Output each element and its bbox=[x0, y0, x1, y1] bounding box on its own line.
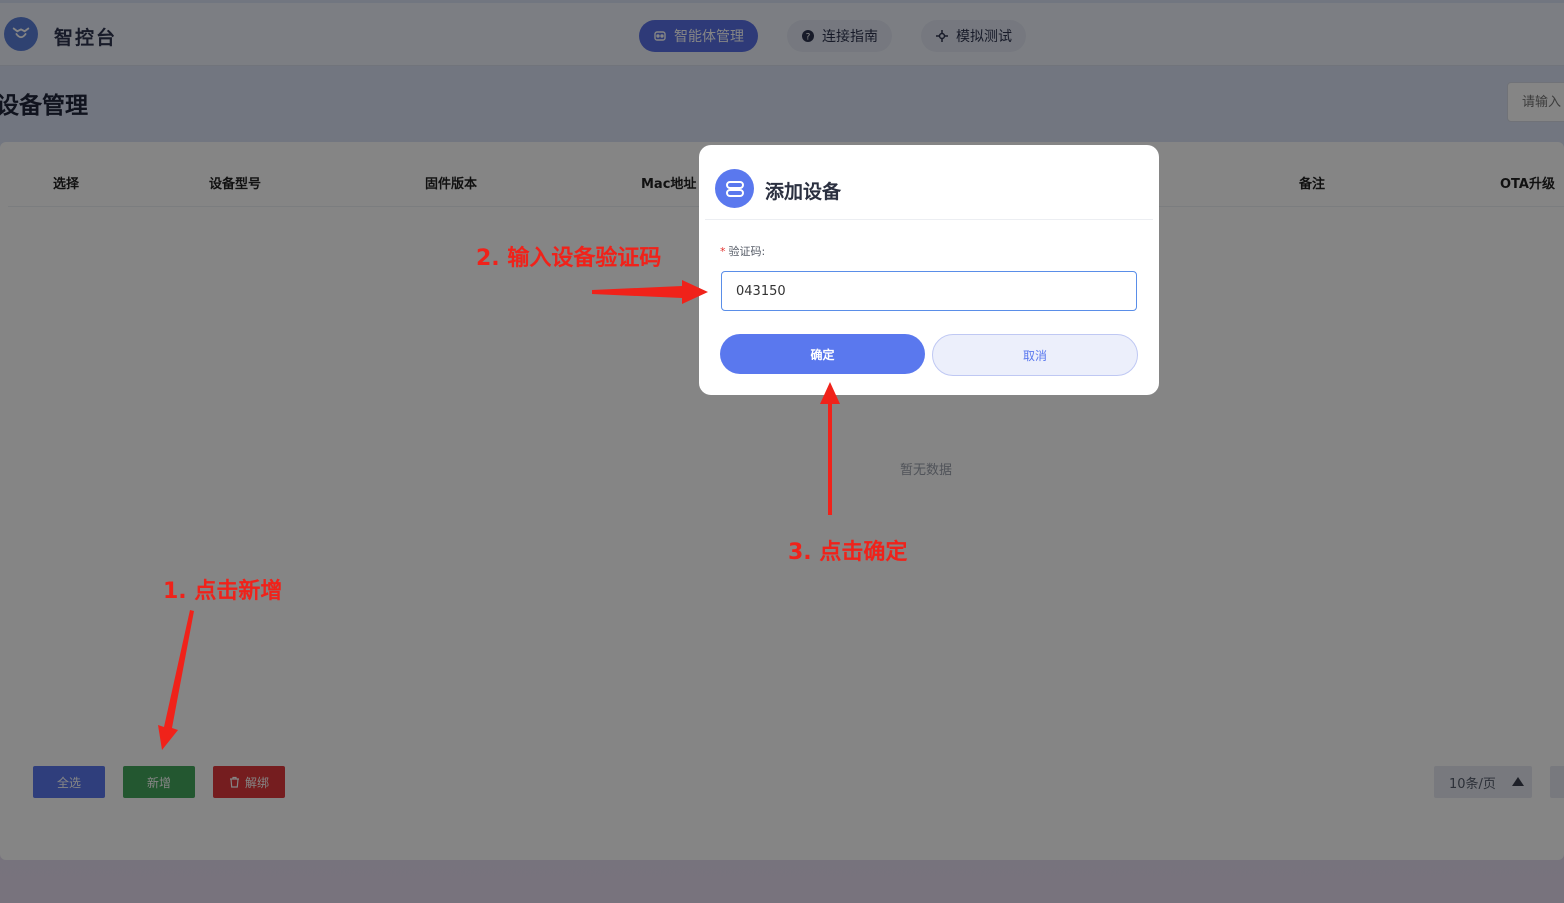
dialog-title: 添加设备 bbox=[765, 181, 842, 203]
confirm-button[interactable]: 确定 bbox=[720, 334, 925, 374]
cancel-button[interactable]: 取消 bbox=[932, 334, 1138, 376]
annotation-step-1: 1. 点击新增 bbox=[163, 579, 283, 604]
verification-code-input[interactable] bbox=[721, 271, 1137, 311]
annotation-step-2: 2. 输入设备验证码 bbox=[476, 246, 662, 271]
required-mark: * bbox=[720, 245, 726, 258]
modal-overlay[interactable] bbox=[0, 0, 1564, 903]
annotation-step-3: 3. 点击确定 bbox=[788, 540, 908, 565]
dialog-header: 添加设备 bbox=[705, 145, 1153, 220]
add-device-dialog: 添加设备 *验证码: 确定 取消 bbox=[699, 145, 1159, 395]
verification-code-label: * 验证码: bbox=[720, 243, 765, 259]
field-label-text: 验证码: bbox=[728, 245, 766, 258]
server-icon bbox=[715, 169, 754, 208]
